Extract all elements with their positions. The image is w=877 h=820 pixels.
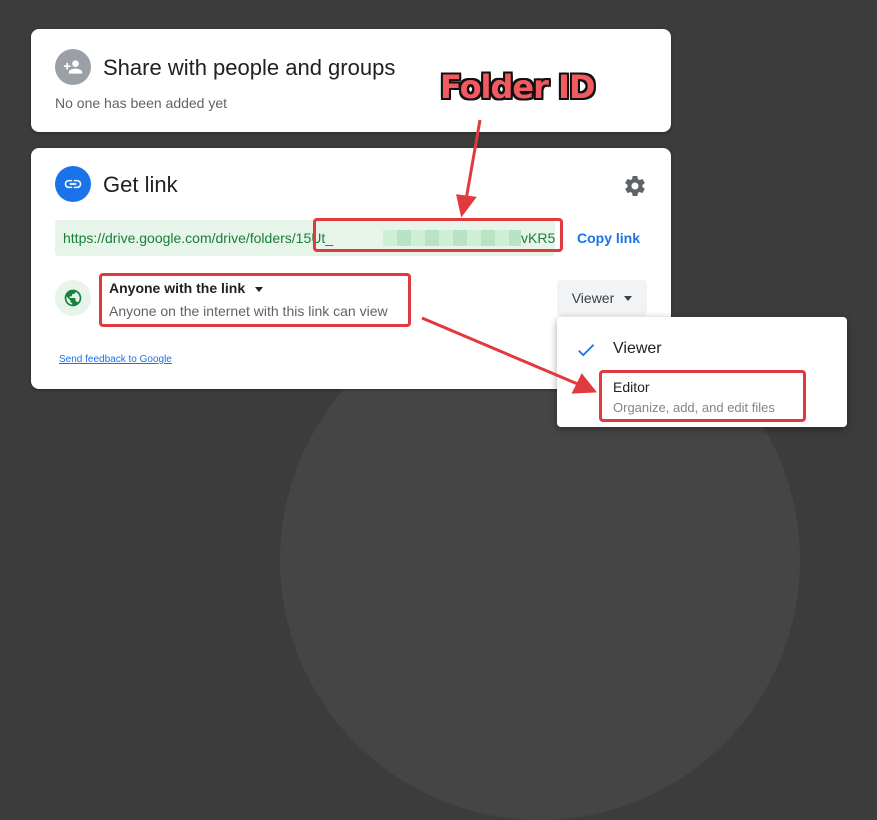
share-title: Share with people and groups <box>103 55 396 80</box>
menu-item-viewer[interactable]: Viewer <box>613 340 662 358</box>
role-label: Viewer <box>571 290 615 306</box>
folder-id-annotation: Folder ID <box>440 68 596 106</box>
folder-id-highlight <box>313 218 563 252</box>
send-feedback-link[interactable]: Send feedback to Google <box>59 354 172 365</box>
globe-icon <box>55 280 91 316</box>
editor-highlight <box>599 370 806 422</box>
dropdown-caret-icon <box>624 295 633 301</box>
copy-link-button[interactable]: Copy link <box>577 230 640 246</box>
role-dropdown-button[interactable]: Viewer <box>557 280 647 316</box>
check-icon <box>575 339 597 366</box>
share-subtitle: No one has been added yet <box>55 95 228 111</box>
gear-icon[interactable] <box>623 174 647 198</box>
access-highlight <box>99 273 411 327</box>
link-icon <box>55 166 91 202</box>
get-link-title: Get link <box>103 172 178 197</box>
url-prefix: https://drive.google.com/drive/folders/ <box>63 230 296 246</box>
person-add-icon <box>55 49 91 85</box>
